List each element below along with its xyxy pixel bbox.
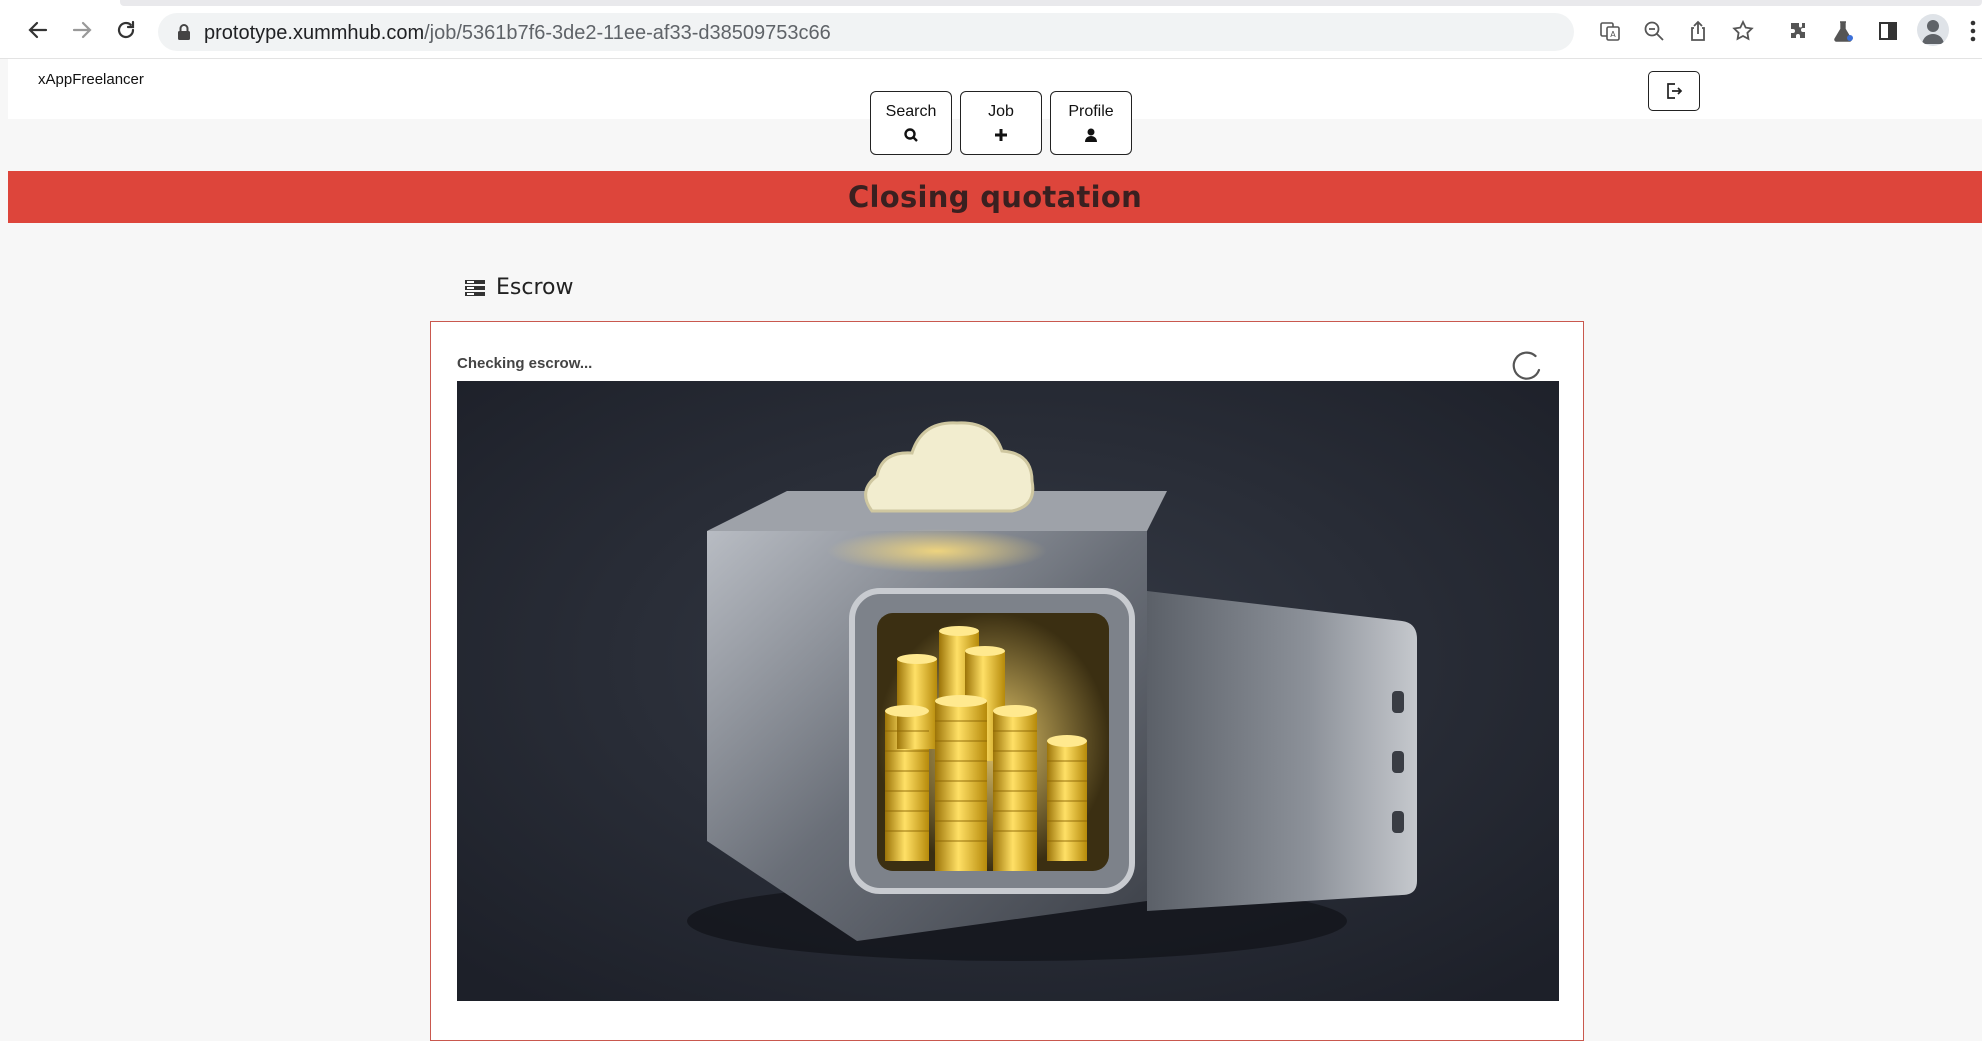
url-path: /job/5361b7f6-3de2-11ee-af33-d38509753c6… xyxy=(424,22,831,44)
zoom-out-icon[interactable] xyxy=(1640,17,1668,45)
search-icon xyxy=(904,128,918,142)
translate-icon[interactable]: A xyxy=(1596,17,1624,45)
server-list-icon xyxy=(465,279,485,296)
forward-icon[interactable] xyxy=(66,14,98,46)
lock-icon xyxy=(178,24,190,40)
escrow-heading: Escrow xyxy=(496,275,574,300)
page-title: Closing quotation xyxy=(847,180,1143,214)
reload-icon[interactable] xyxy=(110,14,142,46)
back-icon[interactable] xyxy=(22,14,54,46)
logout-button[interactable] xyxy=(1648,71,1700,111)
profile-icon[interactable] xyxy=(1917,14,1949,46)
job-button-label: Job xyxy=(988,103,1014,120)
safe-with-gold-coins-image xyxy=(457,381,1559,1001)
page-banner: Closing quotation xyxy=(8,171,1982,223)
address-bar[interactable]: prototype.xummhub.com/job/5361b7f6-3de2-… xyxy=(158,13,1574,51)
menu-kebab-icon[interactable] xyxy=(1968,18,1978,44)
sign-out-icon xyxy=(1667,83,1683,99)
app-brand[interactable]: xAppFreelancer xyxy=(38,71,144,88)
profile-button-label: Profile xyxy=(1068,103,1114,120)
loading-spinner-icon xyxy=(1512,351,1541,380)
browser-toolbar: prototype.xummhub.com/job/5361b7f6-3de2-… xyxy=(0,0,1982,59)
profile-button[interactable]: Profile xyxy=(1050,91,1132,155)
tab-strip xyxy=(120,0,1982,6)
escrow-section-title: Escrow xyxy=(464,275,573,300)
url-domain: prototype.xummhub.com xyxy=(204,22,425,44)
escrow-status-text: Checking escrow... xyxy=(457,355,593,372)
app-page: xAppFreelancer Search Job Profile Closin… xyxy=(8,59,1982,1041)
extensions-icon[interactable] xyxy=(1784,17,1812,45)
search-button[interactable]: Search xyxy=(870,91,952,155)
plus-icon xyxy=(995,129,1007,141)
search-button-label: Search xyxy=(885,103,937,120)
user-icon xyxy=(1085,128,1097,142)
bookmark-star-icon[interactable] xyxy=(1729,17,1757,45)
share-icon[interactable] xyxy=(1684,17,1712,45)
escrow-card: Checking escrow... xyxy=(430,321,1584,1041)
side-panel-icon[interactable] xyxy=(1874,17,1902,45)
svg-text:A: A xyxy=(1610,30,1616,39)
labs-flask-icon[interactable] xyxy=(1829,17,1857,45)
job-button[interactable]: Job xyxy=(960,91,1042,155)
main-nav: Search Job Profile xyxy=(870,91,1132,155)
url-text: prototype.xummhub.com/job/5361b7f6-3de2-… xyxy=(204,22,831,45)
